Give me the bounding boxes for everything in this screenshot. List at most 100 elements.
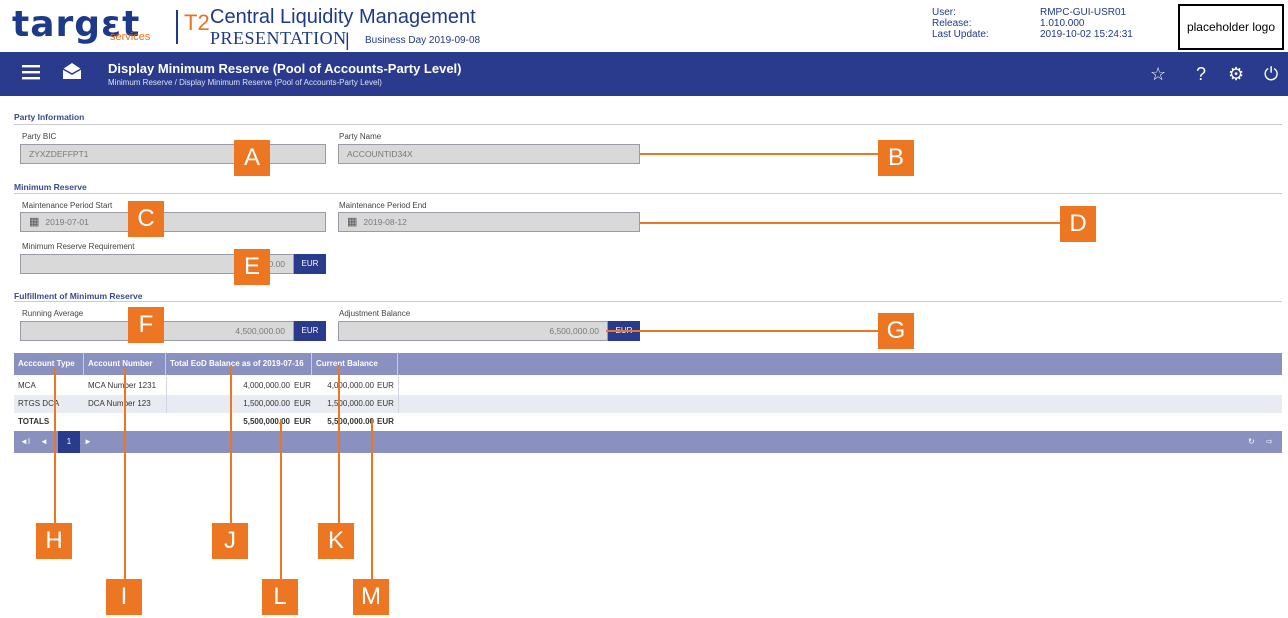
release-value: 1.010.000 — [1040, 18, 1085, 29]
export-icon[interactable]: ⇨ — [1266, 435, 1273, 449]
help-icon[interactable]: ? — [1196, 62, 1206, 86]
table-header: Acccount Type Account Number Total EoD B… — [14, 353, 1282, 375]
cell-account-number: DCA Number 123 — [88, 399, 151, 408]
breadcrumb: Minimum Reserve / Display Minimum Reserv… — [108, 78, 382, 87]
logo-subtitle: services — [110, 31, 151, 43]
running-average-label: Running Average — [22, 309, 84, 318]
cell-account-number: MCA Number 1231 — [88, 381, 157, 390]
meta-labels: User: Release: Last Update: — [932, 7, 989, 40]
callout-f: F — [128, 307, 164, 343]
period-start-value: 2019-07-01 — [45, 217, 89, 227]
last-update-label: Last Update: — [932, 29, 989, 40]
top-header: targεt services T2 Central Liquidity Man… — [0, 0, 1288, 52]
table-pager: ◄I ◄ 1 ► ↻ ⇨ — [14, 431, 1282, 453]
environment-separator: | — [345, 30, 350, 50]
callout-j: J — [212, 523, 248, 559]
callout-e: E — [234, 249, 270, 285]
user-value: RMPC-GUI-USR01 — [1040, 7, 1127, 18]
total-current-balance: 5,500,000.00 — [327, 417, 374, 426]
user-label: User: — [932, 7, 956, 18]
refresh-icon[interactable]: ↻ — [1248, 435, 1255, 449]
callout-h: H — [36, 523, 72, 559]
party-bic-field[interactable]: ZYXZDEFFPT1 — [20, 144, 326, 164]
business-day: Business Day 2019-09-08 — [365, 35, 481, 46]
settings-icon[interactable]: ⚙ — [1228, 62, 1244, 86]
callout-a: A — [234, 140, 270, 176]
cell-current-balance: 4,000,000.00 — [327, 381, 374, 390]
total-eod-currency: EUR — [294, 417, 311, 426]
callout-line-d — [640, 222, 1060, 224]
callout-c: C — [128, 201, 164, 237]
callout-line-j — [230, 365, 232, 525]
callout-line-g — [606, 330, 878, 332]
total-current-currency: EUR — [377, 417, 394, 426]
cell-eod-balance: 4,000,000.00 — [243, 381, 290, 390]
placeholder-logo: placeholder logo — [1178, 4, 1284, 50]
section-divider — [14, 193, 1282, 194]
callout-line-l — [280, 419, 282, 581]
fulfillment-section-title: Fulfillment of Minimum Reserve — [14, 291, 143, 301]
first-page-button[interactable]: ◄I — [20, 435, 30, 449]
table-row[interactable]: MCA MCA Number 1231 4,000,000.00 EUR 4,0… — [14, 377, 1282, 395]
cell-account-type: MCA — [18, 381, 36, 390]
next-page-button[interactable]: ► — [84, 435, 92, 449]
period-end-label: Maintenance Period End — [339, 201, 427, 210]
callout-l: L — [262, 579, 298, 615]
last-update-value: 2019-10-02 15:24:31 — [1040, 29, 1133, 40]
calendar-icon[interactable]: ▦ — [347, 216, 357, 228]
callout-line-m — [371, 419, 373, 581]
nav-bar: Display Minimum Reserve (Pool of Account… — [0, 52, 1288, 96]
section-divider — [14, 124, 1282, 125]
adjustment-balance-label: Adjustment Balance — [339, 309, 411, 318]
column-header-account-type[interactable]: Acccount Type — [14, 353, 84, 375]
column-divider — [398, 395, 399, 413]
callout-line-k — [338, 365, 340, 525]
menu-icon[interactable] — [22, 62, 40, 86]
previous-page-button[interactable]: ◄ — [40, 435, 48, 449]
column-header-current-balance[interactable]: Current Balance — [312, 353, 398, 375]
callout-line-h — [54, 367, 56, 525]
party-name-field[interactable]: ACCOUNTID34X — [338, 144, 640, 164]
cell-eod-currency: EUR — [294, 399, 311, 408]
t2-label: T2 — [184, 10, 210, 35]
header-divider — [176, 10, 178, 44]
party-name-label: Party Name — [339, 132, 382, 141]
release-label: Release: — [932, 18, 972, 29]
cell-current-currency: EUR — [377, 399, 394, 408]
totals-row: TOTALS 5,500,000.00 EUR 5,500,000.00 EUR — [14, 413, 1282, 431]
section-divider — [14, 301, 1282, 302]
callout-b: B — [878, 140, 914, 176]
period-end-value: 2019-08-12 — [363, 217, 407, 227]
current-page-button[interactable]: 1 — [58, 431, 80, 453]
party-info-section-title: Party Information — [14, 112, 85, 122]
currency-badge: EUR — [294, 321, 326, 341]
star-icon[interactable]: ☆ — [1150, 62, 1166, 86]
callout-g: G — [878, 313, 914, 349]
callout-d: D — [1060, 206, 1096, 242]
app-title: Central Liquidity Management — [210, 6, 476, 28]
column-divider — [398, 377, 399, 395]
period-start-field[interactable]: ▦ 2019-07-01 — [20, 212, 326, 232]
cell-current-currency: EUR — [377, 381, 394, 390]
callout-k: K — [318, 523, 354, 559]
period-start-label: Maintenance Period Start — [22, 201, 113, 210]
callout-i: I — [106, 579, 142, 615]
cell-eod-balance: 1,500,000.00 — [243, 399, 290, 408]
period-end-field[interactable]: ▦ 2019-08-12 — [338, 212, 640, 232]
envelope-icon[interactable] — [62, 62, 82, 86]
callout-line-i — [124, 367, 126, 581]
power-icon[interactable]: ⏻ — [1264, 62, 1278, 86]
cell-eod-currency: EUR — [294, 381, 311, 390]
cell-current-balance: 1,500,000.00 — [327, 399, 374, 408]
reserve-requirement-label: Minimum Reserve Requirement — [22, 242, 135, 251]
calendar-icon[interactable]: ▦ — [29, 216, 39, 228]
totals-label: TOTALS — [18, 417, 50, 426]
total-eod-balance: 5,500,000.00 — [243, 417, 290, 426]
column-header-total-eod-balance[interactable]: Total EoD Balance as of 2019-07-16 — [166, 353, 312, 375]
page-title: Display Minimum Reserve (Pool of Account… — [108, 61, 462, 76]
meta-values: RMPC-GUI-USR01 1.010.000 2019-10-02 15:2… — [1040, 7, 1133, 40]
environment-label: PRESENTATION — [210, 28, 347, 48]
currency-badge: EUR — [294, 254, 326, 274]
adjustment-balance-field[interactable]: 6,500,000.00 — [338, 321, 608, 341]
table-row[interactable]: RTGS DCA DCA Number 123 1,500,000.00 EUR… — [14, 395, 1282, 413]
